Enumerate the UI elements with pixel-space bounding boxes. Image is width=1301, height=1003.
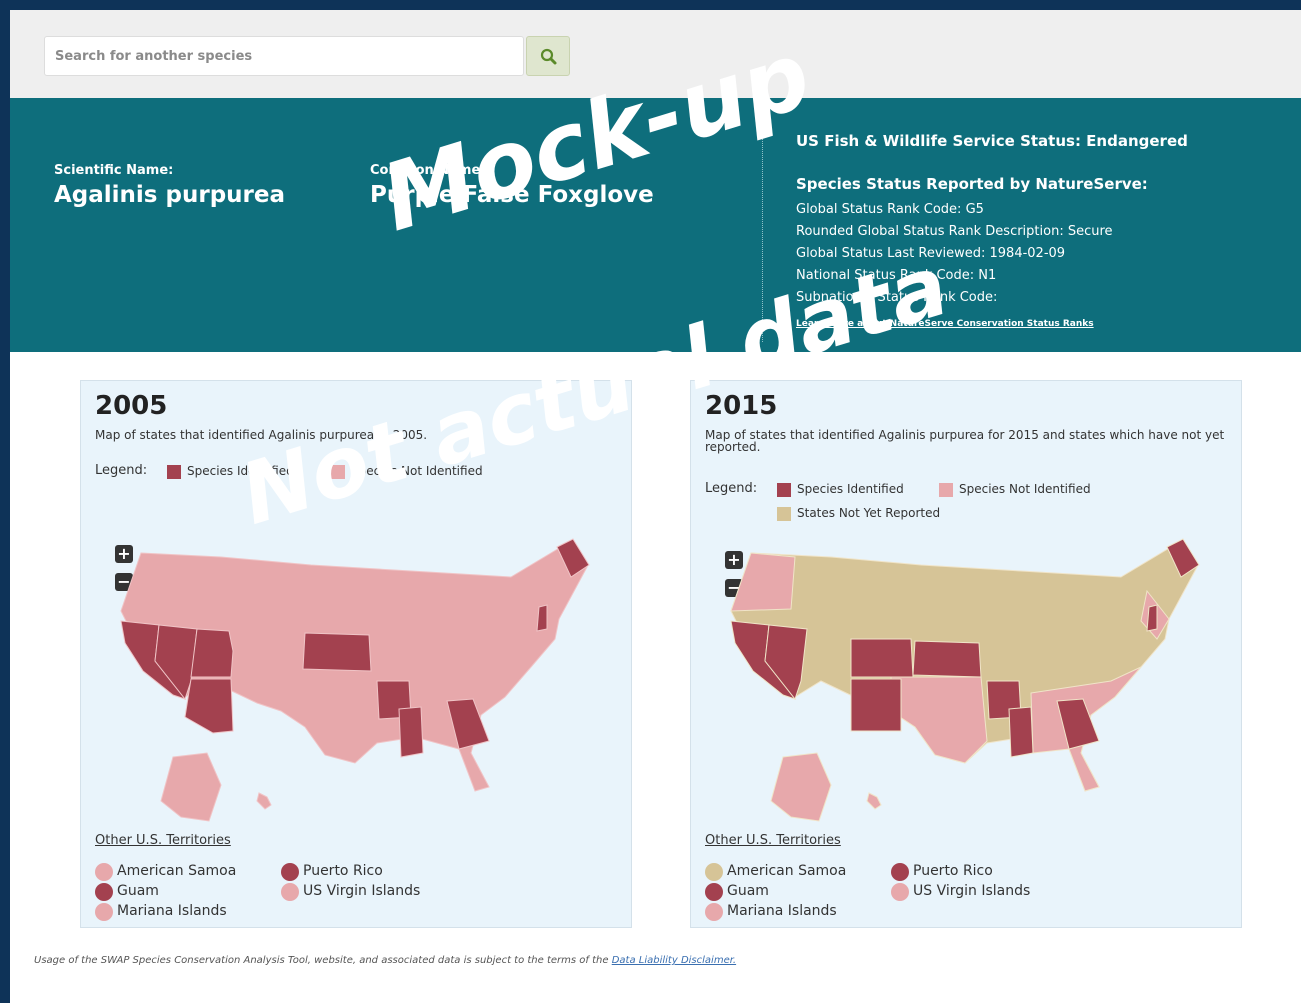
state-arizona <box>184 678 234 734</box>
search-bar <box>10 10 1301 98</box>
map-hawaii <box>256 792 272 810</box>
learn-more-link[interactable]: Learn more about NatureServe Conservatio… <box>796 319 1094 329</box>
global-rank-code: Global Status Rank Code: G5 <box>796 202 984 217</box>
territories-title[interactable]: Other U.S. Territories <box>705 833 841 848</box>
app-frame: Scientific Name: Agalinis purpurea Commo… <box>10 10 1301 1003</box>
state-mississippi <box>1008 706 1034 758</box>
map-panel-2015: 2015 Map of states that identified Agali… <box>690 380 1242 928</box>
search-input[interactable] <box>45 37 525 75</box>
territory-dot-american-samoa <box>95 863 113 881</box>
header-divider <box>762 108 763 342</box>
national-rank-code: National Status Rank Code: N1 <box>796 268 997 283</box>
subnational-rank-code: Subnational Status Rank Code: <box>796 290 998 305</box>
territory-dot-us-virgin-islands <box>281 883 299 901</box>
state-shapes-2005 <box>120 538 590 822</box>
state-new-mexico <box>850 678 902 732</box>
state-new-jersey <box>536 604 548 632</box>
state-shapes-2015 <box>730 538 1200 822</box>
territory-guam: Guam <box>117 883 159 899</box>
map-alaska <box>770 752 832 822</box>
territory-mariana-islands: Mariana Islands <box>117 903 227 919</box>
territory-dot-guam <box>95 883 113 901</box>
state-texas-oklahoma <box>890 676 988 764</box>
state-new-jersey <box>1146 604 1158 632</box>
state-mississippi <box>398 706 424 758</box>
state-utah <box>190 628 234 678</box>
state-washington-oregon <box>730 552 796 612</box>
map-panel-2005: 2005 Map of states that identified Agali… <box>80 380 632 928</box>
common-name: Purple False Foxglove <box>370 182 654 208</box>
scientific-name: Agalinis purpurea <box>54 182 285 208</box>
search-button[interactable] <box>526 36 570 76</box>
territory-dot-guam <box>705 883 723 901</box>
territory-american-samoa: American Samoa <box>117 863 237 879</box>
territory-mariana-islands: Mariana Islands <box>727 903 837 919</box>
common-name-label: Common Name: <box>370 163 486 178</box>
footer: Usage of the SWAP Species Conservation A… <box>34 955 736 966</box>
global-rank-description: Rounded Global Status Rank Description: … <box>796 224 1113 239</box>
species-header: Scientific Name: Agalinis purpurea Commo… <box>10 98 1301 352</box>
territory-dot-puerto-rico <box>891 863 909 881</box>
footer-text: Usage of the SWAP Species Conservation A… <box>34 955 609 966</box>
search-box <box>44 36 525 76</box>
territory-dot-mariana-islands <box>705 903 723 921</box>
search-icon <box>540 48 557 65</box>
territory-guam: Guam <box>727 883 769 899</box>
state-kansas <box>302 632 372 672</box>
disclaimer-link[interactable]: Data Liability Disclaimer. <box>612 955 736 966</box>
state-kansas <box>912 640 982 678</box>
usfws-status: US Fish & Wildlife Service Status: Endan… <box>796 132 1188 150</box>
territory-dot-american-samoa <box>705 863 723 881</box>
map-hawaii <box>866 792 882 810</box>
scientific-name-label: Scientific Name: <box>54 163 174 178</box>
territory-us-virgin-islands: US Virgin Islands <box>913 883 1031 899</box>
territory-dot-puerto-rico <box>281 863 299 881</box>
global-last-reviewed: Global Status Last Reviewed: 1984-02-09 <box>796 246 1066 261</box>
territory-puerto-rico: Puerto Rico <box>303 863 383 879</box>
natureserve-title: Species Status Reported by NatureServe: <box>796 175 1148 193</box>
territory-puerto-rico: Puerto Rico <box>913 863 993 879</box>
territory-dot-us-virgin-islands <box>891 883 909 901</box>
state-colorado <box>850 638 914 678</box>
territory-american-samoa: American Samoa <box>727 863 847 879</box>
territory-us-virgin-islands: US Virgin Islands <box>303 883 421 899</box>
territory-dot-mariana-islands <box>95 903 113 921</box>
map-alaska <box>160 752 222 822</box>
territories-title[interactable]: Other U.S. Territories <box>95 833 231 848</box>
